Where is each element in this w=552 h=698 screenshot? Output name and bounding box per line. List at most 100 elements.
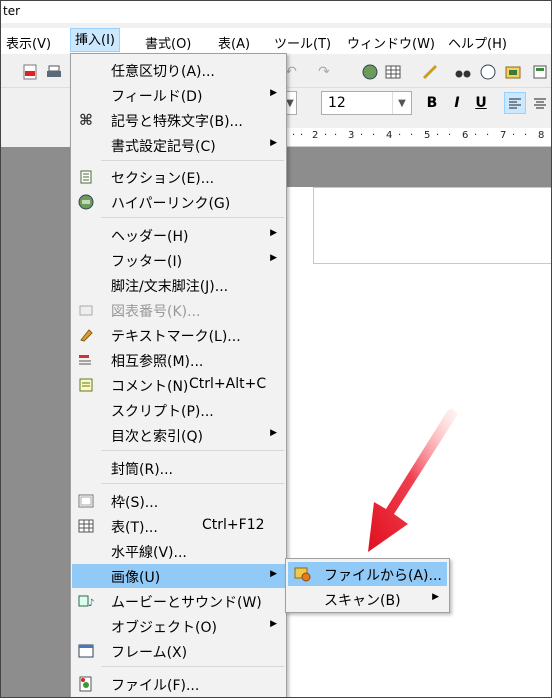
menu-item-header[interactable]: ヘッダー(H) ▶	[72, 223, 285, 247]
menu-separator	[101, 483, 284, 484]
submenu-arrow-icon: ▶	[270, 253, 277, 263]
hyperlink-toolbar-icon[interactable]	[361, 63, 379, 81]
menu-item-field[interactable]: フィールド(D) ▶	[72, 83, 285, 107]
menu-item-label: セクション(E)...	[111, 171, 215, 187]
menu-item-break[interactable]: 任意区切り(A)...	[72, 58, 285, 82]
menu-item-label: 記号と特殊文字(B)...	[111, 114, 243, 130]
font-size-value: 12	[328, 95, 346, 111]
ruler-tick: 8	[538, 130, 545, 141]
menu-format[interactable]: 書式(O)	[145, 33, 191, 52]
italic-button[interactable]: I	[446, 92, 468, 114]
navigator-icon[interactable]	[479, 63, 497, 81]
menu-item-label: 目次と索引(Q)	[111, 429, 203, 445]
menu-item-movie-sound[interactable]: ♪ ムービーとサウンド(W)	[72, 589, 285, 613]
ruler-tick: 4	[386, 130, 393, 141]
menu-item-frame[interactable]: 枠(S)...	[72, 489, 285, 513]
menu-window[interactable]: ウィンドウ(W)	[347, 33, 435, 52]
submenu-arrow-icon: ▶	[270, 138, 277, 148]
ruler-tick: 5	[424, 130, 431, 141]
menu-item-from-file[interactable]: ファイルから(A)...	[288, 562, 447, 586]
menu-item-table[interactable]: 表(T)... Ctrl+F12	[72, 514, 285, 538]
align-left-icon	[509, 98, 521, 109]
menu-item-indexes-tables[interactable]: 目次と索引(Q) ▶	[72, 423, 285, 447]
menu-item-label: ハイパーリンク(G)	[111, 196, 231, 212]
menu-item-horizontal-line[interactable]: 水平線(V)...	[72, 539, 285, 563]
menu-item-label: 任意区切り(A)...	[111, 64, 215, 80]
menu-item-label: 枠(S)...	[111, 495, 159, 511]
section-icon	[78, 169, 94, 185]
submenu-arrow-icon: ▶	[432, 592, 439, 602]
menu-item-object[interactable]: オブジェクト(O) ▶	[72, 614, 285, 638]
bookmark-icon	[78, 327, 94, 343]
draw-functions-icon[interactable]	[421, 63, 439, 81]
gallery-icon[interactable]	[504, 63, 522, 81]
menu-item-comment[interactable]: コメント(N) Ctrl+Alt+C	[72, 373, 285, 397]
menu-item-scan[interactable]: スキャン(B) ▶	[288, 587, 447, 611]
title-bar: ter	[1, 1, 551, 23]
menu-tools[interactable]: ツール(T)	[274, 33, 331, 52]
menu-view[interactable]: 表示(V)	[6, 33, 51, 52]
menu-item-label: 図表番号(K)...	[111, 304, 201, 320]
menu-item-caption: 図表番号(K)...	[72, 298, 285, 322]
menu-item-label: ファイル(F)...	[111, 678, 200, 694]
menu-item-label: 表(T)...	[111, 520, 158, 536]
menu-item-label: スキャン(B)	[324, 593, 401, 609]
menu-item-envelope[interactable]: 封筒(R)...	[72, 456, 285, 480]
menu-item-cross-reference[interactable]: 相互参照(M)...	[72, 348, 285, 372]
menu-item-floating-frame[interactable]: フレーム(X)	[72, 639, 285, 663]
ruler-tick: 6	[462, 130, 469, 141]
comment-icon	[78, 377, 94, 393]
ruler-tick: 3	[348, 130, 355, 141]
insert-file-icon	[78, 676, 94, 692]
movie-sound-icon: ♪	[78, 593, 94, 609]
menu-item-script[interactable]: スクリプト(P)...	[72, 398, 285, 422]
menu-item-footnote[interactable]: 脚注/文末脚注(J)...	[72, 273, 285, 297]
frame-window-icon	[78, 643, 94, 659]
menu-item-file[interactable]: ファイル(F)...	[72, 672, 285, 696]
menu-item-shortcut: Ctrl+Alt+C	[189, 376, 267, 392]
print-icon[interactable]	[45, 63, 63, 81]
underline-button[interactable]: U	[470, 92, 492, 114]
find-replace-icon[interactable]	[454, 63, 472, 81]
menu-item-label: オブジェクト(O)	[111, 620, 217, 636]
menu-item-label: フッター(I)	[111, 254, 183, 270]
menu-item-hyperlink[interactable]: ハイパーリンク(G)	[72, 190, 285, 214]
menu-item-special-character[interactable]: ⌘ 記号と特殊文字(B)...	[72, 108, 285, 132]
menu-item-label: スクリプト(P)...	[111, 404, 214, 420]
menu-item-footer[interactable]: フッター(I) ▶	[72, 248, 285, 272]
page-top-gap	[286, 147, 551, 187]
font-size-combo[interactable]: 12 ▼	[321, 91, 412, 115]
table-toolbar-icon[interactable]	[384, 63, 402, 81]
menu-item-image[interactable]: 画像(U) ▶	[72, 564, 285, 588]
insert-menu: 任意区切り(A)... フィールド(D) ▶ ⌘ 記号と特殊文字(B)... 書…	[70, 53, 287, 697]
chevron-down-icon[interactable]: ▼	[392, 92, 411, 114]
window: ter 表示(V) 挿入(I) 書式(O) 表(A) ツール(T) ウィンドウ(…	[0, 0, 552, 698]
bold-button[interactable]: B	[421, 92, 443, 114]
menu-item-bookmark[interactable]: テキストマーク(L)...	[72, 323, 285, 347]
menu-item-label: ヘッダー(H)	[111, 229, 189, 245]
frame-icon	[78, 493, 94, 509]
horizontal-ruler[interactable]: · · 2 · · 3 · · 4 · · 5 · · 6 · · 7 · · 8	[286, 128, 551, 147]
align-center-icon	[534, 98, 546, 109]
menu-item-label: ムービーとサウンド(W)	[111, 595, 262, 611]
export-pdf-icon[interactable]	[21, 63, 39, 81]
table-icon	[78, 518, 94, 534]
window-title: ter	[3, 4, 21, 18]
menu-insert[interactable]: 挿入(I)	[70, 28, 120, 52]
redo-icon[interactable]: ↷	[315, 63, 333, 81]
menu-separator	[101, 666, 284, 667]
align-center-button[interactable]	[529, 92, 551, 114]
menu-item-label: 封筒(R)...	[111, 462, 174, 478]
data-sources-icon[interactable]	[531, 63, 549, 81]
text-boundary	[313, 263, 551, 264]
menu-help[interactable]: ヘルプ(H)	[448, 33, 507, 52]
submenu-arrow-icon: ▶	[270, 428, 277, 438]
menu-item-label: 水平線(V)...	[111, 545, 187, 561]
ruler-tick: 2	[312, 130, 319, 141]
menu-item-formatting-mark[interactable]: 書式設定記号(C) ▶	[72, 133, 285, 157]
align-left-button[interactable]	[504, 92, 526, 114]
menu-item-section[interactable]: セクション(E)...	[72, 165, 285, 189]
submenu-arrow-icon: ▶	[270, 569, 277, 579]
submenu-arrow-icon: ▶	[270, 228, 277, 238]
menu-table[interactable]: 表(A)	[218, 33, 250, 52]
